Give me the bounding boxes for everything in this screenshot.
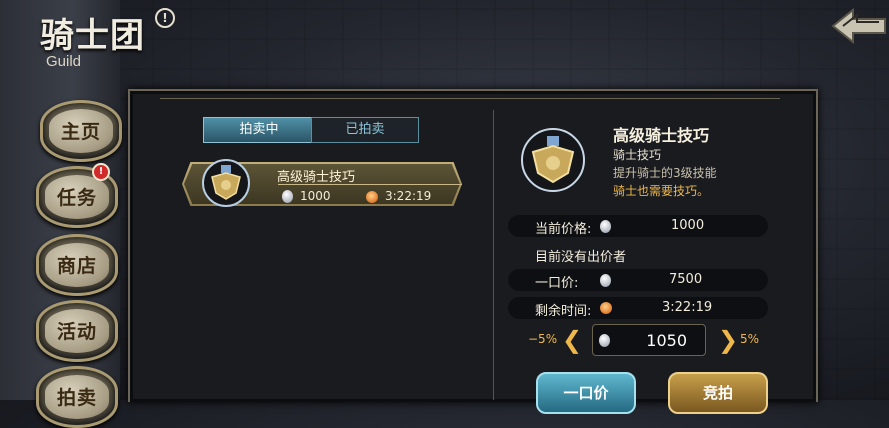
nav-shop-button[interactable]: 商店 xyxy=(36,234,118,296)
tab-in-auction[interactable]: 拍卖中 xyxy=(203,117,315,143)
current-price-value: 1000 xyxy=(671,218,705,233)
buyout-price-label: 一口价: xyxy=(535,276,579,291)
info-icon[interactable]: ! xyxy=(155,8,175,28)
silver-coin-icon xyxy=(282,190,293,203)
silver-coin-icon xyxy=(600,220,611,233)
quest-alert-badge: ! xyxy=(92,163,110,181)
knight-emblem-icon xyxy=(202,159,250,207)
item-description: 提升骑士的3级技能 xyxy=(613,166,717,180)
current-price-label: 当前价格: xyxy=(535,222,592,237)
nav-event-label: 活动 xyxy=(56,321,97,343)
knight-emblem-large-icon xyxy=(521,128,585,192)
buyout-price-value: 7500 xyxy=(669,272,703,287)
clock-icon xyxy=(366,190,378,203)
decrease-chevron-icon[interactable]: ❮ xyxy=(562,326,582,354)
nav-home-button[interactable]: 主页 xyxy=(40,100,122,162)
panel-top-border xyxy=(160,98,780,99)
nav-quest-label: 任务 xyxy=(56,187,97,209)
nav-home-label: 主页 xyxy=(60,121,101,143)
remaining-time-value: 3:22:19 xyxy=(662,300,713,315)
nav-auction-button[interactable]: 拍卖 xyxy=(36,366,118,428)
item-title: 高级骑士技巧 xyxy=(613,126,710,145)
nav-auction-label: 拍卖 xyxy=(56,387,97,409)
tab-sold[interactable]: 已拍卖 xyxy=(311,117,419,143)
bid-amount-value: 1050 xyxy=(646,331,687,350)
list-item-time: 3:22:19 xyxy=(366,189,431,203)
silver-coin-icon xyxy=(599,334,610,347)
nav-event-button[interactable]: 活动 xyxy=(36,300,118,362)
nav-shop-label: 商店 xyxy=(56,255,97,277)
back-arrow-icon[interactable] xyxy=(827,4,889,50)
decrease-percent-label: −5% xyxy=(528,332,558,346)
page-title: 骑士团 xyxy=(40,16,145,56)
current-price-row: 当前价格: 1000 xyxy=(508,215,768,237)
item-category: 骑士技巧 xyxy=(613,148,662,162)
buyout-price-row: 一口价: 7500 xyxy=(508,269,768,291)
bid-stepper: −5% ❮ 1050 ❯ 5% xyxy=(528,324,768,356)
bid-amount-field[interactable]: 1050 xyxy=(592,324,706,356)
item-flavor-text: 骑士也需要技巧。 xyxy=(613,184,710,198)
clock-icon xyxy=(600,302,612,314)
buyout-button[interactable]: 一口价 xyxy=(536,372,636,414)
panel-divider xyxy=(493,110,494,400)
auction-tabs: 拍卖中 已拍卖 xyxy=(203,117,419,143)
increase-percent-label: 5% xyxy=(740,332,760,346)
increase-chevron-icon[interactable]: ❯ xyxy=(718,326,738,354)
no-bidder-text: 目前没有出价者 xyxy=(535,250,627,265)
list-item-price: 1000 xyxy=(282,189,331,203)
silver-coin-icon xyxy=(600,274,611,287)
bid-button[interactable]: 竞拍 xyxy=(668,372,768,414)
remaining-time-label: 剩余时间: xyxy=(535,304,592,319)
list-item-name: 高级骑士技巧 xyxy=(277,170,356,185)
remaining-time-row: 剩余时间: 3:22:19 xyxy=(508,297,768,319)
guild-title: 骑士团 Guild xyxy=(40,8,145,70)
